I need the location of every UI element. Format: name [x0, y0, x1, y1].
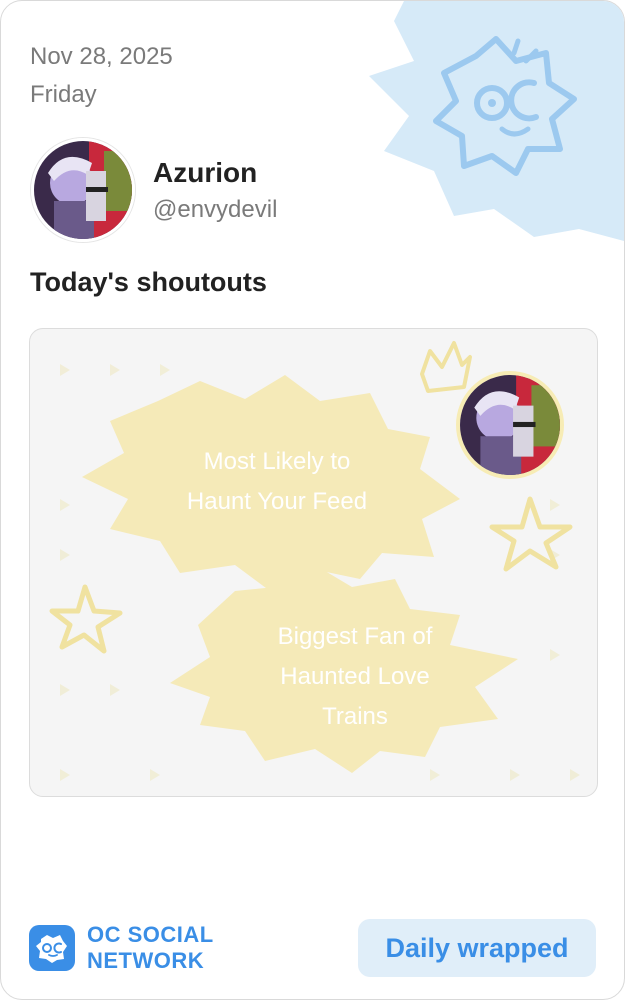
display-name: Azurion: [153, 157, 258, 188]
shoutout-2-line: Haunted Love: [280, 663, 430, 690]
star-icon: [489, 496, 573, 572]
avatar[interactable]: [31, 138, 135, 242]
oc-mascot-icon: [369, 1, 624, 241]
shoutout-badge-1-text: Most Likely to Haunt Your Feed: [127, 442, 427, 522]
brand-logo[interactable]: OC SOCIAL NETWORK: [29, 922, 214, 974]
brand-line-1: OC SOCIAL: [87, 922, 214, 947]
profile-row[interactable]: Azurion @envydevil: [31, 138, 277, 242]
oc-logo-icon: [29, 925, 75, 971]
shoutout-2-line: Biggest Fan of: [277, 623, 433, 650]
date-block: Nov 28, 2025 Friday: [30, 39, 173, 115]
brand-name: OC SOCIAL NETWORK: [87, 922, 214, 974]
brand-line-2: NETWORK: [87, 948, 205, 973]
shoutout-avatar[interactable]: [456, 371, 564, 479]
profile-names: Azurion @envydevil: [153, 156, 277, 224]
shoutout-1-line: Haunt Your Feed: [186, 488, 368, 515]
weekday-text: Friday: [30, 81, 97, 108]
shoutout-badge-2-text: Biggest Fan of Haunted Love Trains: [220, 617, 490, 737]
handle: @envydevil: [153, 196, 278, 223]
date-text: Nov 28, 2025: [30, 43, 173, 70]
shoutouts-panel: Most Likely to Haunt Your Feed Biggest F…: [29, 328, 598, 797]
crown-icon: [420, 341, 472, 393]
daily-wrapped-button[interactable]: Daily wrapped: [358, 919, 596, 977]
shoutout-1-line: Most Likely to: [203, 448, 351, 475]
shoutout-2-line: Trains: [322, 703, 388, 730]
section-title: Today's shoutouts: [30, 267, 267, 297]
star-icon: [49, 584, 123, 654]
daily-wrapped-card: Nov 28, 2025 Friday Azurion @envydevil T…: [0, 0, 625, 1000]
